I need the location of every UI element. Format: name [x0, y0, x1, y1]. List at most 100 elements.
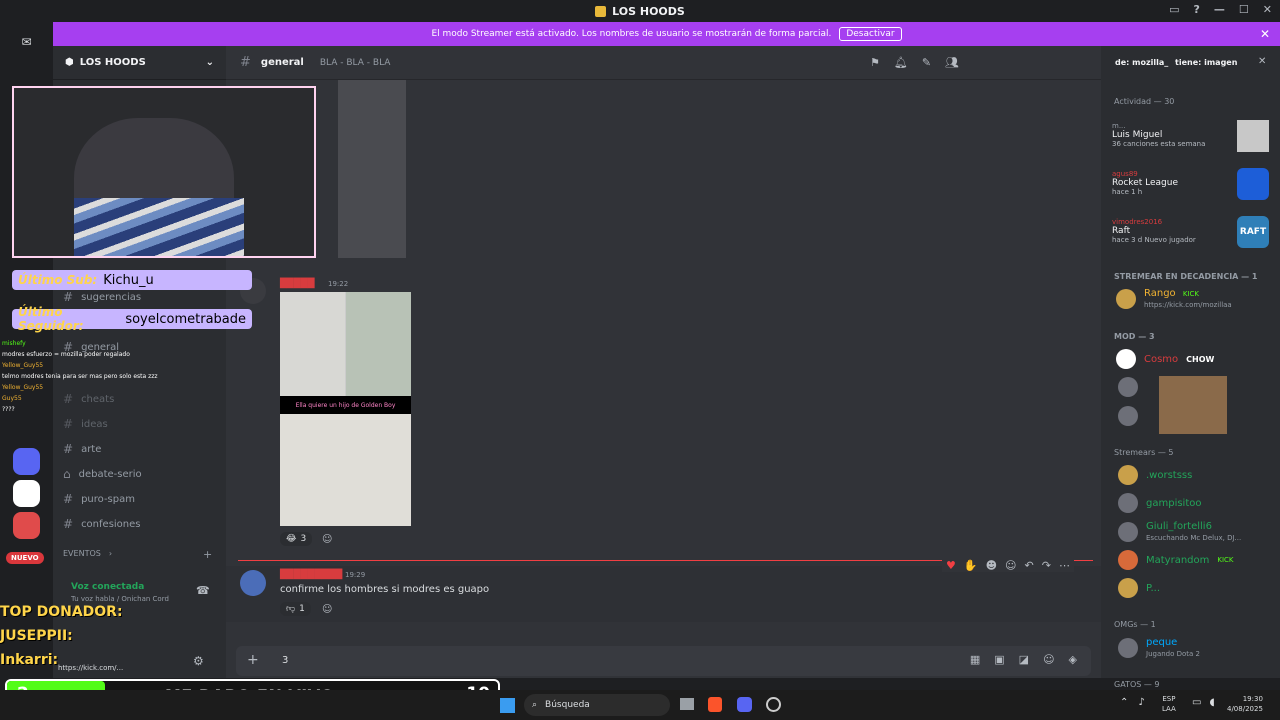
server-icon[interactable]	[13, 512, 40, 539]
kick-badge: KICK	[1182, 290, 1199, 298]
chat-area: # general BLA - BLA - BLA ⚑ 🔔︎ ✎ 👥︎ ████…	[226, 46, 1101, 678]
activity-item[interactable]: agus89 Rocket League hace 1 h	[1112, 170, 1178, 196]
server-header[interactable]: ⬢ LOS HOODS ⌄	[53, 46, 226, 80]
disconnect-icon[interactable]: ☎	[196, 584, 210, 597]
emoji-icon[interactable]: ☺	[1043, 653, 1054, 666]
windows-start-icon[interactable]	[500, 698, 515, 713]
member-sub: https://kick.com/mozillaa	[1144, 301, 1232, 309]
discord-home-icon[interactable]: ✉	[13, 28, 40, 55]
volume-icon[interactable]: ◖	[1209, 697, 1214, 708]
add-reaction-icon[interactable]: ☺	[322, 534, 332, 545]
member-mod[interactable]: Cosmo CHOW	[1116, 349, 1214, 369]
settings-icon[interactable]: ⚙	[193, 654, 204, 668]
gif-icon[interactable]: ▣	[994, 653, 1004, 666]
add-reaction-icon[interactable]: ☺	[1005, 559, 1016, 572]
maximize-button[interactable]: ☐	[1239, 3, 1249, 16]
member-name: Rango	[1144, 288, 1176, 299]
last-follower-tag: Último Seguidor:	[18, 305, 84, 333]
avatar	[1118, 638, 1138, 658]
search-has-chip[interactable]: tiene: imagen	[1175, 58, 1237, 67]
eventos-category[interactable]: EVENTOS ›	[63, 549, 112, 558]
member-stremear[interactable]: .worstsss	[1118, 465, 1192, 485]
members-icon[interactable]: 👥︎	[945, 56, 959, 69]
member-stremear[interactable]: gampisitoo	[1118, 493, 1202, 513]
chevron-down-icon[interactable]: ⌄	[206, 57, 214, 68]
reaction-button[interactable]: 👎︎ 1	[280, 602, 311, 616]
gift-icon[interactable]: ▦	[970, 653, 980, 666]
channel-ideas[interactable]: # ideas	[63, 417, 108, 431]
section-header: MOD — 3	[1114, 332, 1155, 341]
message-image-collage[interactable]: Ella quiere un hijo de Golden Boy	[280, 292, 411, 526]
avatar[interactable]	[1118, 406, 1138, 426]
member-stremear[interactable]: Matyrandom KICK	[1118, 550, 1234, 570]
channel-debate-serio[interactable]: ⌂ debate-serio	[63, 467, 142, 481]
heart-react-icon[interactable]: ♥	[946, 559, 956, 572]
channel-label: puro-spam	[81, 493, 135, 505]
bell-icon[interactable]: 🔔︎	[894, 56, 908, 69]
close-window-button[interactable]: ✕	[1263, 3, 1272, 16]
member-stremear[interactable]: Giuli_fortelli6 Escuchando Mc Delux, DJ.…	[1118, 521, 1241, 543]
message-image-1[interactable]	[338, 80, 406, 258]
member-omg[interactable]: peque Jugando Dota 2	[1118, 637, 1200, 659]
member-stremear[interactable]: P...	[1118, 578, 1160, 598]
clock[interactable]: 19:30 4/08/2025	[1227, 694, 1263, 714]
inbox-icon[interactable]: ▭	[1169, 3, 1179, 16]
username[interactable]: █████	[280, 279, 315, 289]
channel-arte[interactable]: # arte	[63, 442, 101, 456]
language-indicator[interactable]: ESP LAA	[1162, 694, 1176, 714]
threads-icon[interactable]: ⚑	[870, 56, 880, 69]
forward-icon[interactable]: ↷	[1042, 559, 1051, 572]
add-reaction-icon[interactable]: ☺	[322, 604, 332, 615]
activity-item[interactable]: vimodres2016 Raft hace 3 d Nuevo jugador	[1112, 218, 1196, 244]
search-from-chip[interactable]: de: mozilla_	[1115, 58, 1168, 67]
activity-sub: hace 3 d Nuevo jugador	[1112, 236, 1196, 244]
reaction-button[interactable]: 😂︎ 3	[280, 532, 313, 546]
discord-taskbar-icon[interactable]	[737, 697, 752, 712]
laugh-react-icon[interactable]: ☻	[986, 559, 997, 572]
minimize-button[interactable]: —	[1214, 3, 1225, 16]
chat-line: mishefy	[2, 340, 26, 347]
channel-puro-spam[interactable]: # puro-spam	[63, 492, 135, 506]
clap-react-icon[interactable]: ✋	[964, 559, 978, 572]
avatar[interactable]	[240, 570, 266, 596]
more-icon[interactable]: ⋯	[1059, 559, 1070, 572]
pin-icon[interactable]: ✎	[922, 56, 931, 69]
app-taskbar-icon[interactable]	[766, 697, 781, 712]
network-icon[interactable]: ▭	[1192, 697, 1201, 708]
mic-icon[interactable]: ♪	[1138, 697, 1144, 708]
clock-date: 4/08/2025	[1227, 705, 1263, 713]
reply-icon[interactable]: ↶	[1025, 559, 1034, 572]
chat-header: # general BLA - BLA - BLA ⚑ 🔔︎ ✎ 👥︎	[226, 46, 1101, 80]
kick-url: https://kick.com/...	[58, 664, 124, 672]
activities-icon[interactable]: ◈	[1069, 653, 1077, 666]
last-follower-name: soyelcometrabade	[125, 311, 246, 327]
channel-sugerencias[interactable]: # sugerencias	[63, 290, 141, 304]
member-rango[interactable]: Rango KICK https://kick.com/mozillaa	[1116, 288, 1232, 310]
server-icon[interactable]	[13, 448, 40, 475]
title-bar: LOS HOODS ▭ ? — ☐ ✕	[0, 0, 1280, 22]
help-icon[interactable]: ?	[1194, 3, 1200, 16]
sticker-icon[interactable]: ◪	[1019, 653, 1029, 666]
close-banner-icon[interactable]: ✕	[1260, 27, 1270, 41]
section-header: STREMEAR EN DECADENCIA — 1	[1114, 272, 1258, 281]
avatar[interactable]	[1118, 377, 1138, 397]
activity-item[interactable]: m... Luis Miguel 36 canciones esta seman…	[1112, 122, 1205, 148]
chevron-up-icon[interactable]: ⌃	[1120, 697, 1128, 708]
avatar	[1116, 289, 1136, 309]
last-sub-label: Último Sub: Kichu_u	[12, 270, 252, 290]
top-donor-overlay: TOP DONADOR: JUSEPPII: Inkarri:	[0, 600, 123, 672]
server-icon[interactable]	[13, 480, 40, 507]
channel-confesiones[interactable]: # confesiones	[63, 517, 141, 531]
add-attachment-icon[interactable]: +	[247, 652, 259, 668]
message-composer[interactable]: + 3 ▦ ▣ ◪ ☺ ◈	[236, 646, 1091, 676]
deactivate-button[interactable]: Desactivar	[839, 27, 902, 41]
add-event-icon[interactable]: +	[203, 548, 212, 561]
brave-icon[interactable]	[708, 697, 722, 712]
clear-search-icon[interactable]: ✕	[1258, 56, 1266, 67]
avatar	[1118, 550, 1138, 570]
activity-art	[1237, 120, 1269, 152]
taskbar-search[interactable]: ⌕ Búsqueda	[524, 694, 670, 716]
composer-input[interactable]: 3	[282, 655, 288, 666]
file-explorer-icon[interactable]	[680, 698, 694, 710]
username[interactable]: █████████	[280, 570, 342, 580]
